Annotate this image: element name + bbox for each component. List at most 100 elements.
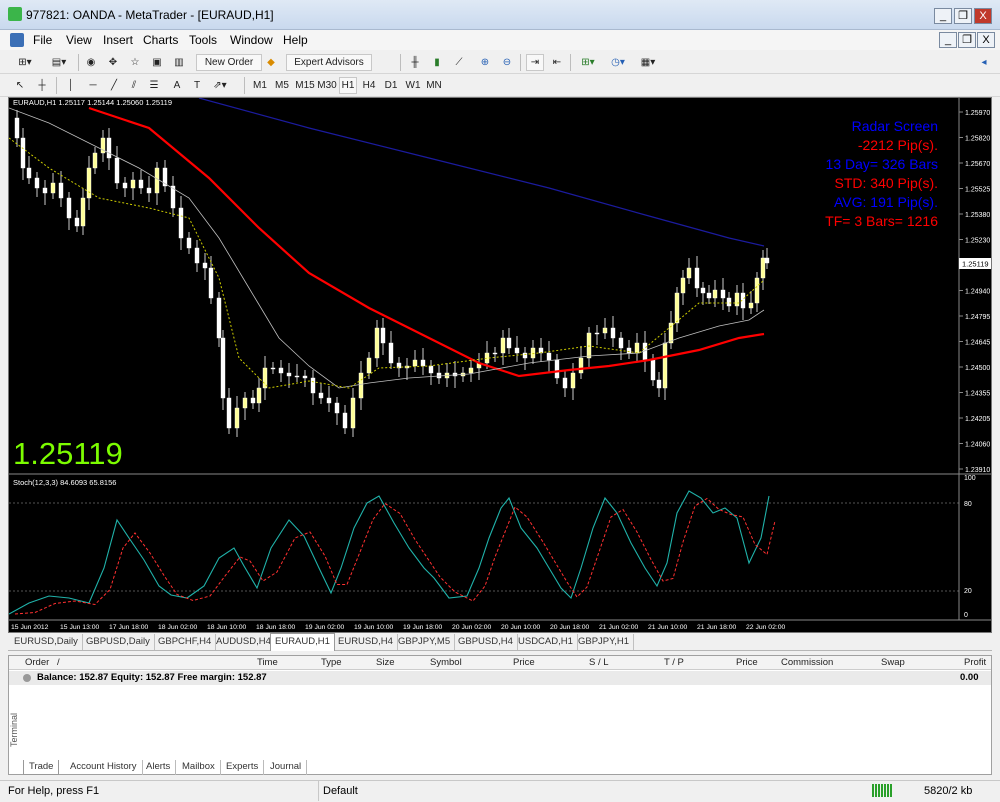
channel-icon[interactable]: ⫽: [126, 77, 142, 94]
symbol-tab[interactable]: EURUSD,Daily: [10, 634, 83, 650]
chart-window[interactable]: 1.25970 1.25820 1.25670 1.25525 1.25380 1.252…: [8, 97, 992, 633]
price-chart[interactable]: 1.25970 1.25820 1.25670 1.25525 1.25380 1.252…: [8, 97, 991, 632]
new-chart-icon[interactable]: ⊞▾: [10, 54, 40, 71]
candle-body: [208, 267, 214, 299]
symbol-tab[interactable]: EURUSD,H4: [334, 634, 398, 650]
minimize-button[interactable]: _: [934, 8, 952, 24]
menu-help[interactable]: Help: [283, 33, 308, 47]
col-type[interactable]: Type: [321, 657, 342, 668]
candle-body: [34, 177, 40, 189]
menu-charts[interactable]: Charts: [143, 33, 178, 47]
tab-experts[interactable]: Experts: [221, 760, 265, 775]
price-axis-label: 1.25670: [965, 161, 990, 168]
candle-body: [86, 167, 92, 199]
help-context-icon[interactable]: ◂: [976, 54, 992, 71]
timeframe-m15[interactable]: M15: [294, 77, 316, 94]
radar-line: 13 Day= 326 Bars: [826, 156, 938, 172]
timeframe-h1[interactable]: H1: [339, 77, 357, 94]
col-sort[interactable]: /: [57, 657, 60, 668]
terminal-icon[interactable]: ▣: [148, 54, 166, 71]
candle-body: [130, 179, 136, 189]
menu-file[interactable]: File: [33, 33, 52, 47]
status-profile[interactable]: Default: [323, 785, 358, 797]
timeframe-m30[interactable]: M30: [316, 77, 338, 94]
auto-scroll-icon[interactable]: ⇥: [526, 54, 544, 71]
candle-body: [650, 359, 656, 381]
col-price-current[interactable]: Price: [736, 657, 758, 668]
col-commission[interactable]: Commission: [781, 657, 833, 668]
symbol-tab[interactable]: GBPJPY,M5: [394, 634, 456, 650]
col-size[interactable]: Size: [376, 657, 394, 668]
symbol-tab[interactable]: GBPCHF,H4: [154, 634, 217, 650]
chart-shift-icon[interactable]: ⇤: [548, 54, 566, 71]
col-tp[interactable]: T / P: [664, 657, 684, 668]
timeframe-h4[interactable]: H4: [360, 77, 378, 94]
timeframe-mn[interactable]: MN: [424, 77, 444, 94]
tab-journal[interactable]: Journal: [265, 760, 308, 775]
fibonacci-icon[interactable]: ☰: [146, 77, 162, 94]
trendline-icon[interactable]: ╱: [106, 77, 122, 94]
navigator-icon[interactable]: ☆: [126, 54, 144, 71]
col-sl[interactable]: S / L: [589, 657, 609, 668]
tab-account-history[interactable]: Account History: [65, 760, 143, 775]
candle-body: [626, 347, 632, 354]
symbol-tab[interactable]: GBPUSD,H4: [454, 634, 518, 650]
zoom-in-icon[interactable]: ⊕: [476, 54, 494, 71]
arrows-icon[interactable]: ⇗▾: [210, 77, 230, 94]
timeframe-d1[interactable]: D1: [382, 77, 400, 94]
candle-body: [146, 187, 152, 194]
new-order-button[interactable]: New Order: [196, 54, 262, 71]
tab-mailbox[interactable]: Mailbox: [177, 760, 221, 775]
col-price[interactable]: Price: [513, 657, 535, 668]
timeframe-m5[interactable]: M5: [272, 77, 292, 94]
tab-alerts[interactable]: Alerts: [141, 760, 177, 775]
col-symbol[interactable]: Symbol: [430, 657, 462, 668]
line-chart-icon[interactable]: ⟋: [450, 54, 468, 71]
menu-window[interactable]: Window: [230, 33, 273, 47]
crosshair-icon[interactable]: ┼: [34, 77, 50, 94]
menu-tools[interactable]: Tools: [189, 33, 217, 47]
text-tool-icon[interactable]: T: [190, 77, 204, 94]
symbol-tab[interactable]: GBPUSD,Daily: [82, 634, 155, 650]
timeframe-m1[interactable]: M1: [250, 77, 270, 94]
profiles-icon[interactable]: ▤▾: [44, 54, 74, 71]
cursor-icon[interactable]: ↖: [12, 77, 28, 94]
candle-body: [754, 277, 760, 304]
candle-body: [138, 179, 144, 189]
col-profit[interactable]: Profit: [964, 657, 986, 668]
balance-row[interactable]: Balance: 152.87 Equity: 152.87 Free marg…: [9, 671, 991, 685]
symbol-tab[interactable]: USDCAD,H1: [514, 634, 578, 650]
symbol-tab-active[interactable]: EURAUD,H1: [270, 633, 335, 651]
indicators-icon[interactable]: ⊞▾: [574, 54, 602, 71]
metaeditor-icon[interactable]: ◆: [264, 54, 278, 71]
bar-chart-icon[interactable]: ╫: [406, 54, 424, 71]
child-restore-button[interactable]: ❐: [958, 32, 976, 48]
zoom-out-icon[interactable]: ⊖: [498, 54, 516, 71]
candlestick-icon[interactable]: ▮: [428, 54, 446, 71]
templates-icon[interactable]: ▦▾: [634, 54, 662, 71]
candle-body: [202, 262, 208, 269]
timeframe-w1[interactable]: W1: [404, 77, 422, 94]
text-label-icon[interactable]: A: [170, 77, 184, 94]
app-icon: [8, 7, 22, 21]
data-window-icon[interactable]: ✥: [104, 54, 122, 71]
symbol-tab[interactable]: GBPJPY,H1: [574, 634, 635, 650]
symbol-tab[interactable]: AUDUSD,H4: [212, 634, 276, 650]
child-close-button[interactable]: X: [977, 32, 995, 48]
menu-view[interactable]: View: [66, 33, 92, 47]
tab-trade[interactable]: Trade: [23, 760, 60, 775]
market-watch-icon[interactable]: ◉: [82, 54, 100, 71]
menu-insert[interactable]: Insert: [103, 33, 133, 47]
periods-icon[interactable]: ◷▾: [604, 54, 632, 71]
expert-advisors-button[interactable]: Expert Advisors: [286, 54, 372, 71]
col-time[interactable]: Time: [257, 657, 278, 668]
candle-body: [700, 287, 706, 294]
vertical-line-icon[interactable]: │: [64, 77, 78, 94]
restore-button[interactable]: ❐: [954, 8, 972, 24]
strategy-tester-icon[interactable]: ▥: [170, 54, 188, 71]
horizontal-line-icon[interactable]: ─: [84, 77, 102, 94]
col-swap[interactable]: Swap: [881, 657, 905, 668]
col-order[interactable]: Order: [25, 657, 49, 668]
close-button[interactable]: X: [974, 8, 992, 24]
child-minimize-button[interactable]: _: [939, 32, 957, 48]
